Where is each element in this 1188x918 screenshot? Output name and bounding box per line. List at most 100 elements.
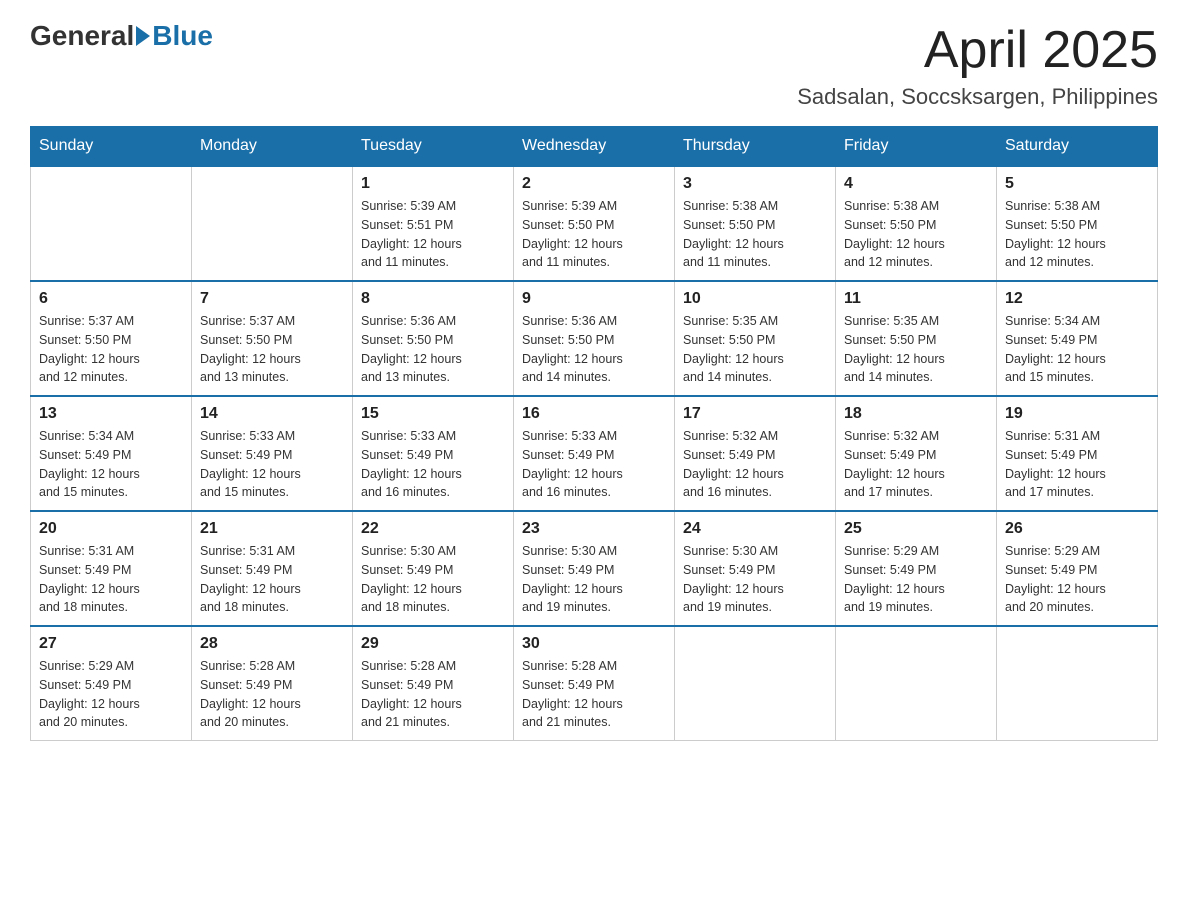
weekday-header-friday: Friday bbox=[836, 127, 997, 167]
calendar-cell: 30 Sunrise: 5:28 AM Sunset: 5:49 PM Dayli… bbox=[514, 626, 675, 741]
weekday-header-tuesday: Tuesday bbox=[353, 127, 514, 167]
calendar-cell: 22 Sunrise: 5:30 AM Sunset: 5:49 PM Dayli… bbox=[353, 511, 514, 626]
calendar-cell: 1 Sunrise: 5:39 AM Sunset: 5:51 PM Daylig… bbox=[353, 166, 514, 281]
calendar-week-1: 1 Sunrise: 5:39 AM Sunset: 5:51 PM Daylig… bbox=[31, 166, 1158, 281]
day-number: 23 bbox=[522, 520, 666, 538]
day-info: Sunrise: 5:35 AM Sunset: 5:50 PM Dayligh… bbox=[683, 312, 827, 387]
day-number: 22 bbox=[361, 520, 505, 538]
calendar-week-4: 20 Sunrise: 5:31 AM Sunset: 5:49 PM Dayli… bbox=[31, 511, 1158, 626]
page-header: General Blue April 2025 Sadsalan, Soccsk… bbox=[30, 20, 1158, 110]
calendar-cell: 14Sunrise: 5:33 AM Sunset: 5:49 PM Dayli… bbox=[192, 396, 353, 511]
day-number: 18 bbox=[844, 405, 988, 423]
calendar-cell: 17Sunrise: 5:32 AM Sunset: 5:49 PM Dayli… bbox=[675, 396, 836, 511]
calendar-cell: 4 Sunrise: 5:38 AM Sunset: 5:50 PM Daylig… bbox=[836, 166, 997, 281]
calendar-cell: 23 Sunrise: 5:30 AM Sunset: 5:49 PM Dayli… bbox=[514, 511, 675, 626]
day-number: 20 bbox=[39, 520, 183, 538]
day-info: Sunrise: 5:36 AM Sunset: 5:50 PM Dayligh… bbox=[522, 312, 666, 387]
calendar-cell bbox=[997, 626, 1158, 741]
day-number: 24 bbox=[683, 520, 827, 538]
day-info: Sunrise: 5:39 AM Sunset: 5:51 PM Dayligh… bbox=[361, 197, 505, 272]
calendar-cell bbox=[836, 626, 997, 741]
day-info: Sunrise: 5:38 AM Sunset: 5:50 PM Dayligh… bbox=[683, 197, 827, 272]
day-info: Sunrise: 5:28 AM Sunset: 5:49 PM Dayligh… bbox=[361, 657, 505, 732]
day-number: 8 bbox=[361, 290, 505, 308]
calendar-cell: 11Sunrise: 5:35 AM Sunset: 5:50 PM Dayli… bbox=[836, 281, 997, 396]
day-number: 7 bbox=[200, 290, 344, 308]
day-number: 13 bbox=[39, 405, 183, 423]
day-number: 3 bbox=[683, 175, 827, 193]
calendar-cell: 9 Sunrise: 5:36 AM Sunset: 5:50 PM Daylig… bbox=[514, 281, 675, 396]
day-number: 16 bbox=[522, 405, 666, 423]
calendar-cell: 21 Sunrise: 5:31 AM Sunset: 5:49 PM Dayli… bbox=[192, 511, 353, 626]
day-info: Sunrise: 5:32 AM Sunset: 5:49 PM Dayligh… bbox=[683, 427, 827, 502]
calendar-cell bbox=[192, 166, 353, 281]
day-info: Sunrise: 5:31 AM Sunset: 5:49 PM Dayligh… bbox=[1005, 427, 1149, 502]
month-title: April 2025 bbox=[797, 20, 1158, 80]
title-section: April 2025 Sadsalan, Soccsksargen, Phili… bbox=[797, 20, 1158, 110]
day-number: 4 bbox=[844, 175, 988, 193]
day-number: 10 bbox=[683, 290, 827, 308]
day-number: 15 bbox=[361, 405, 505, 423]
day-info: Sunrise: 5:38 AM Sunset: 5:50 PM Dayligh… bbox=[844, 197, 988, 272]
day-number: 29 bbox=[361, 635, 505, 653]
logo: General Blue bbox=[30, 20, 213, 52]
calendar-body: 1 Sunrise: 5:39 AM Sunset: 5:51 PM Daylig… bbox=[31, 166, 1158, 741]
calendar-cell: 8 Sunrise: 5:36 AM Sunset: 5:50 PM Daylig… bbox=[353, 281, 514, 396]
weekday-header-wednesday: Wednesday bbox=[514, 127, 675, 167]
day-info: Sunrise: 5:31 AM Sunset: 5:49 PM Dayligh… bbox=[39, 542, 183, 617]
day-number: 25 bbox=[844, 520, 988, 538]
day-info: Sunrise: 5:29 AM Sunset: 5:49 PM Dayligh… bbox=[39, 657, 183, 732]
weekday-header-sunday: Sunday bbox=[31, 127, 192, 167]
calendar-cell: 13 Sunrise: 5:34 AM Sunset: 5:49 PM Dayli… bbox=[31, 396, 192, 511]
day-number: 19 bbox=[1005, 405, 1149, 423]
day-number: 5 bbox=[1005, 175, 1149, 193]
day-number: 11 bbox=[844, 290, 988, 308]
calendar-cell: 18 Sunrise: 5:32 AM Sunset: 5:49 PM Dayli… bbox=[836, 396, 997, 511]
calendar-cell: 15 Sunrise: 5:33 AM Sunset: 5:49 PM Dayli… bbox=[353, 396, 514, 511]
calendar-cell: 2 Sunrise: 5:39 AM Sunset: 5:50 PM Daylig… bbox=[514, 166, 675, 281]
day-number: 27 bbox=[39, 635, 183, 653]
day-info: Sunrise: 5:33 AM Sunset: 5:49 PM Dayligh… bbox=[200, 427, 344, 502]
day-info: Sunrise: 5:29 AM Sunset: 5:49 PM Dayligh… bbox=[1005, 542, 1149, 617]
calendar-cell: 28Sunrise: 5:28 AM Sunset: 5:49 PM Dayli… bbox=[192, 626, 353, 741]
calendar-header: SundayMondayTuesdayWednesdayThursdayFrid… bbox=[31, 127, 1158, 167]
day-number: 30 bbox=[522, 635, 666, 653]
calendar-cell bbox=[675, 626, 836, 741]
day-info: Sunrise: 5:31 AM Sunset: 5:49 PM Dayligh… bbox=[200, 542, 344, 617]
calendar-cell: 5 Sunrise: 5:38 AM Sunset: 5:50 PM Daylig… bbox=[997, 166, 1158, 281]
day-number: 21 bbox=[200, 520, 344, 538]
day-number: 1 bbox=[361, 175, 505, 193]
day-info: Sunrise: 5:30 AM Sunset: 5:49 PM Dayligh… bbox=[361, 542, 505, 617]
calendar-week-5: 27 Sunrise: 5:29 AM Sunset: 5:49 PM Dayli… bbox=[31, 626, 1158, 741]
calendar-cell: 27 Sunrise: 5:29 AM Sunset: 5:49 PM Dayli… bbox=[31, 626, 192, 741]
calendar-cell: 26 Sunrise: 5:29 AM Sunset: 5:49 PM Dayli… bbox=[997, 511, 1158, 626]
day-info: Sunrise: 5:30 AM Sunset: 5:49 PM Dayligh… bbox=[683, 542, 827, 617]
location-title: Sadsalan, Soccsksargen, Philippines bbox=[797, 84, 1158, 110]
calendar-cell: 16Sunrise: 5:33 AM Sunset: 5:49 PM Dayli… bbox=[514, 396, 675, 511]
day-number: 12 bbox=[1005, 290, 1149, 308]
calendar-cell: 10 Sunrise: 5:35 AM Sunset: 5:50 PM Dayli… bbox=[675, 281, 836, 396]
calendar-cell: 6Sunrise: 5:37 AM Sunset: 5:50 PM Daylig… bbox=[31, 281, 192, 396]
logo-arrow-icon bbox=[136, 26, 150, 46]
calendar-cell bbox=[31, 166, 192, 281]
day-info: Sunrise: 5:32 AM Sunset: 5:49 PM Dayligh… bbox=[844, 427, 988, 502]
day-info: Sunrise: 5:37 AM Sunset: 5:50 PM Dayligh… bbox=[39, 312, 183, 387]
day-info: Sunrise: 5:34 AM Sunset: 5:49 PM Dayligh… bbox=[39, 427, 183, 502]
day-info: Sunrise: 5:34 AM Sunset: 5:49 PM Dayligh… bbox=[1005, 312, 1149, 387]
day-info: Sunrise: 5:38 AM Sunset: 5:50 PM Dayligh… bbox=[1005, 197, 1149, 272]
calendar-week-2: 6Sunrise: 5:37 AM Sunset: 5:50 PM Daylig… bbox=[31, 281, 1158, 396]
weekday-header-monday: Monday bbox=[192, 127, 353, 167]
logo-blue-text: Blue bbox=[152, 20, 213, 52]
day-info: Sunrise: 5:30 AM Sunset: 5:49 PM Dayligh… bbox=[522, 542, 666, 617]
calendar-cell: 12 Sunrise: 5:34 AM Sunset: 5:49 PM Dayli… bbox=[997, 281, 1158, 396]
day-info: Sunrise: 5:36 AM Sunset: 5:50 PM Dayligh… bbox=[361, 312, 505, 387]
day-info: Sunrise: 5:33 AM Sunset: 5:49 PM Dayligh… bbox=[361, 427, 505, 502]
day-info: Sunrise: 5:28 AM Sunset: 5:49 PM Dayligh… bbox=[200, 657, 344, 732]
day-number: 9 bbox=[522, 290, 666, 308]
day-info: Sunrise: 5:37 AM Sunset: 5:50 PM Dayligh… bbox=[200, 312, 344, 387]
day-number: 26 bbox=[1005, 520, 1149, 538]
day-info: Sunrise: 5:39 AM Sunset: 5:50 PM Dayligh… bbox=[522, 197, 666, 272]
day-info: Sunrise: 5:29 AM Sunset: 5:49 PM Dayligh… bbox=[844, 542, 988, 617]
day-info: Sunrise: 5:28 AM Sunset: 5:49 PM Dayligh… bbox=[522, 657, 666, 732]
day-number: 2 bbox=[522, 175, 666, 193]
